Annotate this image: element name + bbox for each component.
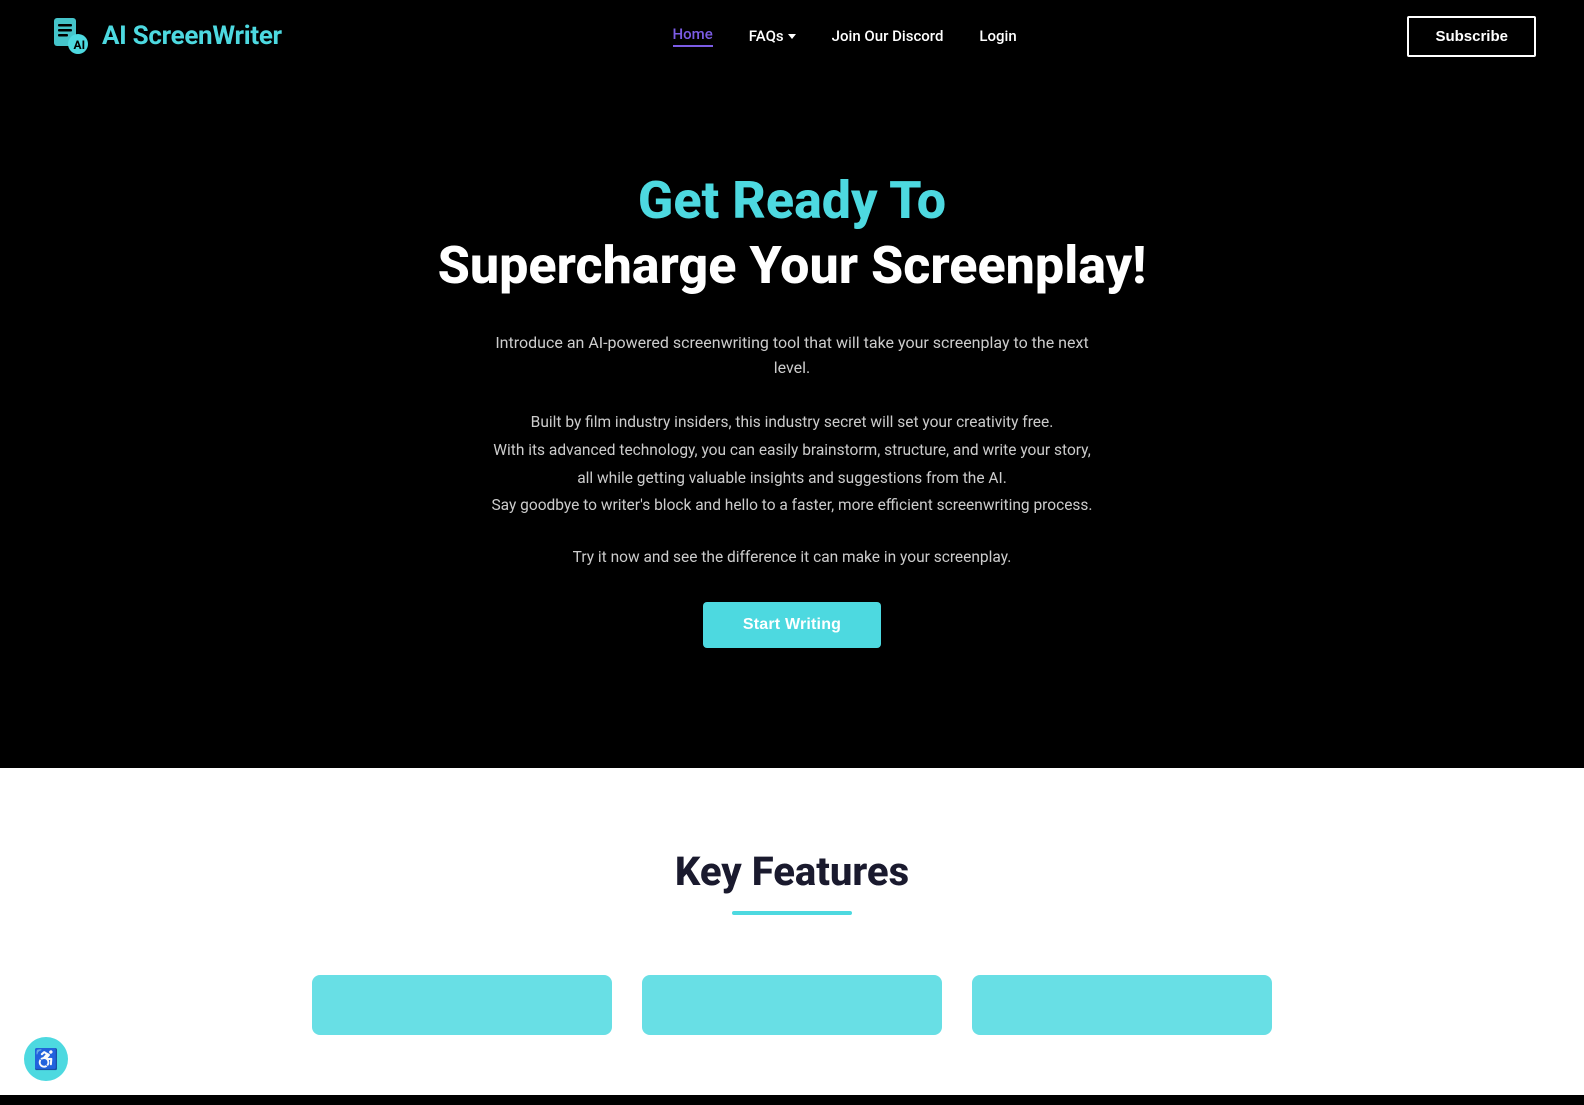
hero-title-top: Get Ready To: [40, 172, 1544, 229]
feature-card-1: [312, 975, 612, 1035]
start-writing-button[interactable]: Start Writing: [703, 602, 881, 648]
nav-link-faqs[interactable]: FAQs: [749, 27, 796, 45]
chevron-down-icon: [788, 34, 796, 39]
hero-title-bottom: Supercharge Your Screenplay!: [40, 235, 1544, 297]
nav-link-login[interactable]: Login: [979, 27, 1016, 45]
accessibility-icon: ♿: [34, 1047, 59, 1071]
hero-cta-text: Try it now and see the difference it can…: [40, 548, 1544, 566]
key-features-underline: [732, 911, 852, 915]
hero-body-line3: all while getting valuable insights and …: [472, 465, 1112, 493]
hero-section: Get Ready To Supercharge Your Screenplay…: [0, 72, 1584, 768]
feature-card-3: [972, 975, 1272, 1035]
accessibility-button[interactable]: ♿: [24, 1037, 68, 1081]
nav-link-discord[interactable]: Join Our Discord: [832, 27, 944, 45]
logo-text: AI ScreenWriter: [102, 21, 282, 51]
logo-icon: AI: [48, 14, 92, 58]
hero-body-line4: Say goodbye to writer's block and hello …: [472, 492, 1112, 520]
svg-text:AI: AI: [74, 38, 86, 52]
key-features-title: Key Features: [40, 848, 1544, 895]
features-cards: [40, 975, 1544, 1035]
hero-body: Built by film industry insiders, this in…: [472, 409, 1112, 521]
feature-card-2: [642, 975, 942, 1035]
hero-body-line2: With its advanced technology, you can ea…: [472, 437, 1112, 465]
nav-link-home[interactable]: Home: [673, 25, 713, 47]
logo[interactable]: AI AI ScreenWriter: [48, 14, 282, 58]
nav-links: Home FAQs Join Our Discord Login: [673, 25, 1017, 47]
hero-intro: Introduce an AI-powered screenwriting to…: [482, 330, 1102, 381]
nav-right: Subscribe: [1407, 16, 1536, 57]
navbar: AI AI ScreenWriter Home FAQs Join Our Di…: [0, 0, 1584, 72]
key-features-section: Key Features: [0, 768, 1584, 1095]
subscribe-button[interactable]: Subscribe: [1407, 16, 1536, 57]
hero-body-line1: Built by film industry insiders, this in…: [472, 409, 1112, 437]
